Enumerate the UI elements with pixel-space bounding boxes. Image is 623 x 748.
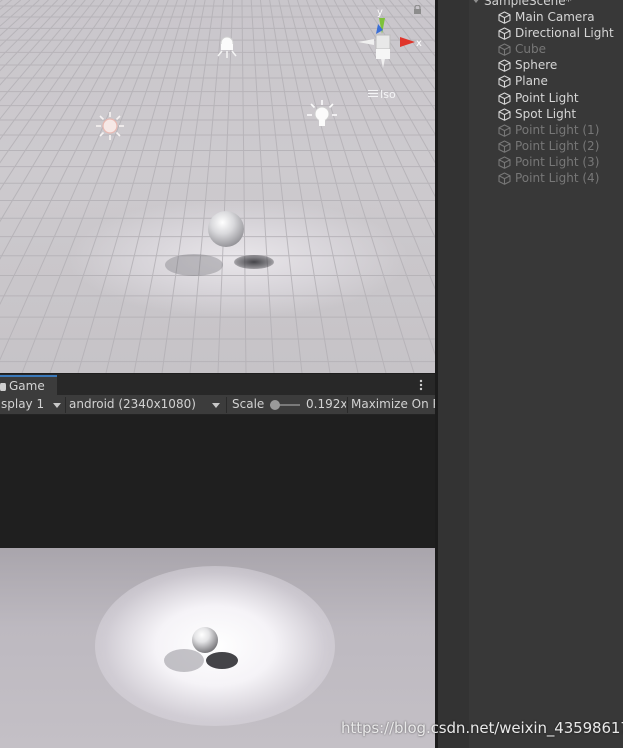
cube-icon	[498, 108, 511, 121]
lock-icon[interactable]	[413, 5, 422, 14]
hierarchy-item[interactable]: Directional Light	[498, 25, 614, 41]
game-view-render[interactable]	[0, 548, 435, 748]
spot-light-gizmo-icon[interactable]	[215, 34, 239, 60]
cube-icon	[498, 124, 511, 137]
watermark: https://blog.csdn.net/weixin_43598617	[341, 719, 623, 737]
hierarchy-item-label: Spot Light	[515, 106, 577, 121]
game-tab-bar: Game	[0, 373, 435, 396]
hierarchy-item-label: Plane	[515, 74, 548, 89]
scene-orientation-gizmo[interactable]: y x	[352, 6, 432, 76]
hierarchy-item[interactable]: Point Light	[498, 90, 579, 106]
hierarchy-item-label: Sphere	[515, 58, 558, 73]
scene-root-row[interactable]: SampleScene*	[472, 0, 572, 8]
kebab-menu-icon[interactable]	[419, 379, 423, 391]
cube-icon	[498, 27, 511, 40]
cube-icon	[498, 91, 511, 105]
directional-light-gizmo-icon[interactable]	[305, 98, 339, 132]
gizmo-x-label: x	[416, 38, 422, 49]
hierarchy-item[interactable]: Point Light (3)	[498, 154, 599, 170]
toolbar-divider	[347, 397, 348, 413]
hierarchy-item[interactable]: Plane	[498, 73, 548, 89]
hierarchy-item-label: Point Light (3)	[515, 154, 600, 169]
sphere-shadow	[164, 649, 204, 672]
hierarchy-item-label: Directional Light	[515, 26, 614, 41]
cube-icon	[498, 11, 511, 24]
scale-value: 0.192x	[306, 397, 346, 411]
point-light-gizmo-icon[interactable]	[94, 110, 126, 142]
hierarchy-panel: SampleScene* Main Camera Directional Ligh…	[438, 0, 623, 748]
sphere-object[interactable]	[208, 211, 244, 247]
game-view-letterbox	[0, 415, 435, 548]
scene-view[interactable]: y x Iso	[0, 0, 435, 373]
menu-lines-icon	[368, 90, 378, 97]
hierarchy-item-label: Main Camera	[515, 10, 595, 24]
cube-icon	[498, 75, 511, 89]
scene-root-label: SampleScene*	[484, 0, 572, 8]
chevron-down-icon[interactable]	[472, 0, 480, 3]
cube-icon	[498, 156, 511, 169]
game-toolbar: splay 1 android (2340x1080) Scale 0.192x…	[0, 395, 435, 415]
sphere-object	[192, 627, 218, 653]
hierarchy-item-label: Point Light (2)	[515, 138, 600, 153]
maximize-on-play-label: Maximize On P	[351, 397, 435, 411]
scale-label: Scale	[232, 397, 265, 411]
maximize-on-play-toggle[interactable]: Maximize On P	[351, 395, 435, 415]
hierarchy-item[interactable]: Cube	[498, 41, 546, 57]
hierarchy-item[interactable]: Point Light (4)	[498, 170, 599, 186]
display-dropdown-value: splay 1	[1, 397, 45, 411]
hierarchy-item-label: Point Light	[515, 90, 579, 105]
sphere-shadow	[165, 254, 223, 276]
hierarchy-item[interactable]: Spot Light	[498, 106, 576, 122]
toolbar-divider	[226, 397, 227, 413]
cube-icon	[498, 59, 511, 73]
toolbar-divider	[65, 397, 66, 413]
projection-toggle[interactable]: Iso	[368, 88, 396, 101]
game-view-icon	[0, 383, 6, 391]
resolution-dropdown[interactable]: android (2340x1080)	[69, 395, 219, 415]
tab-game[interactable]: Game	[0, 375, 57, 396]
hierarchy-item[interactable]: Point Light (2)	[498, 138, 599, 154]
scale-slider-thumb[interactable]	[270, 400, 280, 410]
hierarchy-item-label: Cube	[515, 42, 546, 57]
sphere-shadow	[234, 255, 274, 269]
resolution-dropdown-value: android (2340x1080)	[69, 397, 196, 411]
projection-label: Iso	[380, 88, 396, 101]
chevron-down-icon	[212, 403, 220, 408]
hierarchy-item-label: Point Light (4)	[515, 171, 600, 185]
gizmo-y-label: y	[377, 7, 383, 18]
hierarchy-item[interactable]: Point Light (1)	[498, 122, 599, 138]
hierarchy-item-label: Point Light (1)	[515, 122, 600, 137]
chevron-down-icon	[53, 403, 61, 408]
hierarchy-gutter	[438, 0, 469, 748]
hierarchy-item[interactable]: Sphere	[498, 57, 557, 73]
cube-icon	[498, 172, 511, 185]
hierarchy-item[interactable]: Main Camera	[498, 9, 595, 25]
cube-icon	[498, 140, 511, 153]
tab-game-label: Game	[9, 379, 45, 393]
cube-icon	[498, 43, 511, 56]
sphere-shadow	[206, 652, 238, 669]
